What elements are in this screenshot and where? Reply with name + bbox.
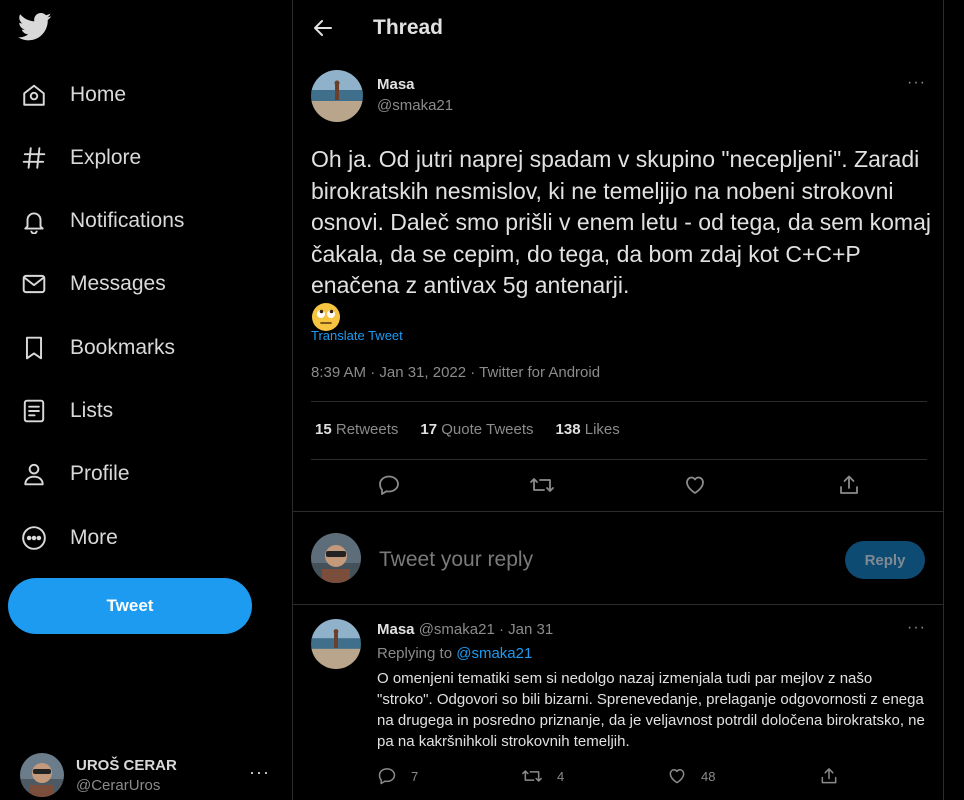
author-avatar[interactable] — [311, 70, 363, 122]
retweets-stat[interactable]: 15 Retweets — [315, 421, 398, 438]
share-icon — [821, 768, 837, 784]
nav-bookmarks[interactable]: Bookmarks — [20, 326, 175, 370]
tweet-meta: 8:39 AM · Jan 31, 2022 · Twitter for And… — [311, 364, 601, 381]
retweet-icon[interactable] — [529, 473, 555, 499]
quote-tweets-stat[interactable]: 17 Quote Tweets — [420, 421, 533, 438]
reply-retweet-button[interactable]: 4 — [521, 766, 564, 786]
nav-messages[interactable]: Messages — [20, 262, 166, 306]
retweet-icon — [522, 770, 542, 782]
nav-home-label: Home — [70, 83, 127, 106]
nav-more-label: More — [70, 526, 118, 549]
nav-explore-label: Explore — [70, 146, 142, 169]
nav-notifications[interactable]: Notifications — [20, 199, 184, 243]
nav-lists[interactable]: Lists — [20, 389, 113, 433]
sidebar: Home Explore Notifications Messages Book… — [0, 0, 292, 800]
divider — [311, 401, 927, 402]
tweet-more-icon[interactable]: ··· — [907, 74, 926, 92]
twitter-bird-icon[interactable] — [17, 12, 54, 48]
reply-input[interactable]: Tweet your reply — [379, 548, 533, 572]
like-heart-icon[interactable] — [683, 473, 709, 499]
author-handle[interactable]: @smaka21 — [377, 97, 453, 114]
reply-replies-count: 7 — [411, 768, 419, 784]
reply-like-button[interactable]: 48 — [667, 766, 715, 786]
nav-explore[interactable]: Explore — [20, 136, 141, 180]
nav-home[interactable]: Home — [20, 73, 126, 117]
arrow-left-icon[interactable] — [311, 16, 335, 40]
nav-profile-label: Profile — [70, 462, 130, 485]
composer-avatar — [311, 533, 361, 583]
replying-to-line: Replying to @smaka21 — [377, 645, 533, 662]
nav-bookmarks-label: Bookmarks — [70, 336, 176, 359]
divider — [311, 459, 927, 460]
page-title: Thread — [373, 16, 444, 39]
list-icon — [20, 397, 48, 425]
envelope-icon — [20, 270, 48, 298]
reply-share-button[interactable] — [819, 766, 853, 786]
nav-lists-label: Lists — [70, 399, 114, 422]
nav-notifications-label: Notifications — [70, 209, 185, 232]
replying-to-link[interactable]: @smaka21 — [456, 645, 532, 662]
reply-reply-button[interactable]: 7 — [377, 766, 418, 786]
nav-messages-label: Messages — [70, 272, 166, 295]
more-circle-icon — [20, 524, 48, 552]
thread-column: Thread Masa @smaka21 ··· Oh ja. Od jutri… — [292, 0, 944, 800]
tweet-stats: 15 Retweets 17 Quote Tweets 138 Likes — [315, 421, 642, 438]
reply-tweet-text: O omenjeni tematiki sem si nedolgo nazaj… — [377, 670, 925, 750]
account-handle: @CerarUros — [76, 776, 161, 794]
thread-header: Thread — [293, 0, 943, 58]
account-avatar — [20, 753, 64, 797]
tweet-text-body: Oh ja. Od jutri naprej spadam v skupino … — [311, 146, 931, 298]
author-name[interactable]: Masa — [377, 76, 415, 93]
reply-retweets-count: 4 — [557, 768, 565, 784]
reply-handle-time: @smaka21 · Jan 31 — [418, 621, 554, 638]
hashtag-icon — [20, 144, 48, 172]
home-icon — [20, 81, 48, 109]
tweet-button[interactable]: Tweet — [8, 578, 252, 634]
reply-likes-count: 48 — [701, 768, 716, 784]
bookmark-icon — [20, 334, 48, 362]
nav-profile[interactable]: Profile — [20, 452, 130, 496]
divider — [293, 511, 943, 512]
likes-stat[interactable]: 138 Likes — [556, 421, 620, 438]
divider — [293, 604, 943, 605]
account-more-icon[interactable]: ··· — [249, 762, 270, 783]
rolling-eyes-emoji-icon — [311, 302, 341, 332]
reply-author-avatar[interactable] — [311, 619, 361, 669]
reply-icon — [378, 768, 396, 785]
reply-button[interactable]: Reply — [845, 541, 925, 579]
person-icon — [20, 460, 48, 488]
translate-tweet-link[interactable]: Translate Tweet — [311, 328, 403, 343]
reply-author-name[interactable]: Masa — [377, 621, 415, 638]
share-icon[interactable] — [837, 473, 863, 499]
reply-more-icon[interactable]: ··· — [907, 619, 926, 637]
bell-icon — [20, 207, 48, 235]
account-name: UROŠ CERAR — [76, 756, 177, 774]
account-switcher[interactable]: UROŠ CERAR @CerarUros ··· — [20, 752, 282, 798]
like-heart-icon — [669, 769, 685, 784]
nav-more[interactable]: More — [20, 516, 118, 560]
tweet-text: Oh ja. Od jutri naprej spadam v skupino … — [311, 144, 931, 334]
reply-author-line[interactable]: Masa @smaka21 · Jan 31 — [377, 621, 553, 638]
reply-icon[interactable] — [377, 473, 403, 499]
